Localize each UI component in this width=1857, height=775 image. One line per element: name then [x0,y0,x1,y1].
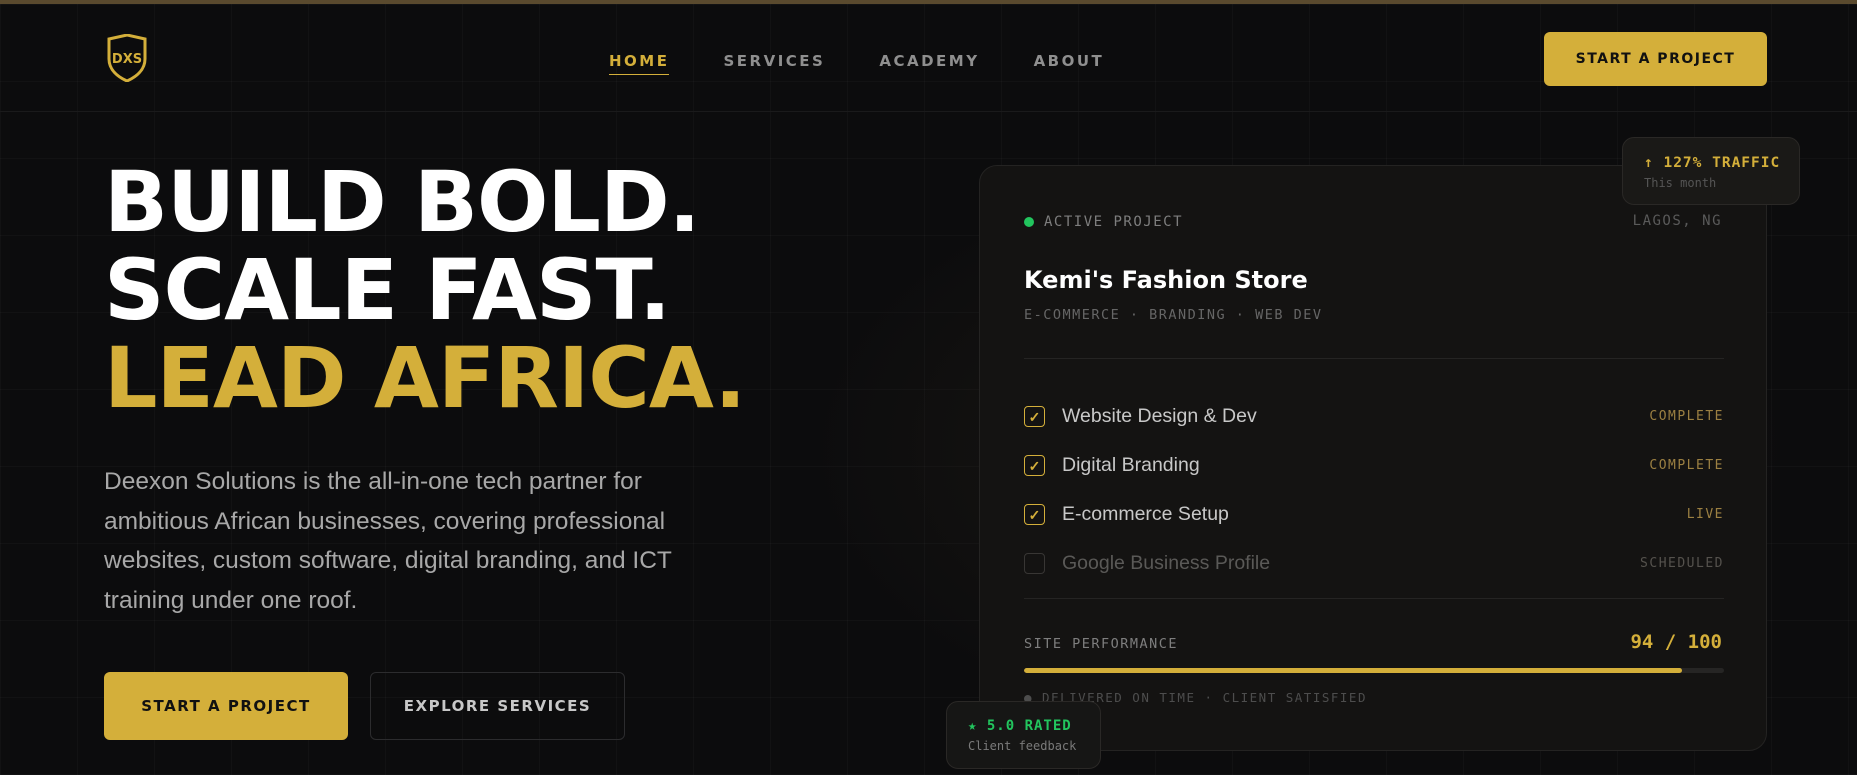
project-status: ACTIVE PROJECT [1024,214,1183,230]
task-label: Website Design & Dev [1062,405,1257,427]
checkbox-checked-icon[interactable]: ✓ [1024,406,1045,427]
task-status: COMPLETE [1649,409,1724,424]
card-divider-top [1024,358,1724,359]
hero-description: Deexon Solutions is the all-in-one tech … [104,468,672,614]
task-label: Google Business Profile [1062,552,1271,574]
nav-home[interactable]: HOME [609,52,670,75]
task-status: SCHEDULED [1640,556,1724,571]
headline-line-1: BUILD BOLD. [104,153,701,251]
checkbox-unchecked-icon[interactable] [1024,553,1045,574]
project-card: ACTIVE PROJECT LAGOS, NG Kemi's Fashion … [979,165,1767,751]
headline-line-2: SCALE FAST. [104,241,671,339]
performance-label: SITE PERFORMANCE [1024,636,1179,652]
rating-badge-main: ★ 5.0 RATED [968,718,1072,734]
explore-services-button[interactable]: EXPLORE SERVICES [370,672,625,740]
traffic-badge-sub: This month [1644,176,1717,190]
nav-about[interactable]: ABOUT [1034,52,1105,75]
logo-text: DXS [112,52,142,67]
task-label: Digital Branding [1062,454,1200,476]
site-header: DXS HOME SERVICES ACADEMY ABOUT START A … [0,4,1857,112]
active-status-dot [1024,217,1034,227]
project-tags: E-COMMERCE · BRANDING · WEB DEV [1024,307,1323,323]
task-item: Google Business Profile SCHEDULED [1024,539,1724,588]
project-location: LAGOS, NG [1632,213,1722,229]
header-start-project-button[interactable]: START A PROJECT [1544,32,1767,86]
status-label: ACTIVE PROJECT [1044,214,1184,230]
performance-bar-fill [1024,668,1682,673]
rating-badge-sub: Client feedback [968,739,1077,753]
hero-headline: BUILD BOLD. SCALE FAST. LEAD AFRICA. [104,153,746,427]
task-label: E-commerce Setup [1062,503,1229,525]
card-divider-bottom [1024,598,1724,599]
performance-value: 94 / 100 [1630,631,1722,653]
nav-services[interactable]: SERVICES [723,52,825,75]
task-list: ✓ Website Design & Dev COMPLETE ✓ Digita… [1024,392,1724,588]
traffic-badge-main: ↑ 127% TRAFFIC [1644,155,1781,171]
nav-academy[interactable]: ACADEMY [879,52,979,75]
task-item: ✓ Digital Branding COMPLETE [1024,441,1724,490]
rating-badge: ★ 5.0 RATED Client feedback [946,701,1101,769]
start-project-button[interactable]: START A PROJECT [104,672,348,740]
headline-line-3: LEAD AFRICA. [104,329,746,427]
task-item: ✓ E-commerce Setup LIVE [1024,490,1724,539]
shield-logo-icon[interactable]: DXS [106,33,148,83]
checkbox-checked-icon[interactable]: ✓ [1024,504,1045,525]
task-status: LIVE [1686,507,1724,522]
project-title: Kemi's Fashion Store [1024,266,1308,294]
performance-bar [1024,668,1724,673]
checkbox-checked-icon[interactable]: ✓ [1024,455,1045,476]
main-nav: HOME SERVICES ACADEMY ABOUT [609,52,1104,75]
traffic-badge: ↑ 127% TRAFFIC This month [1622,137,1800,205]
task-item: ✓ Website Design & Dev COMPLETE [1024,392,1724,441]
task-status: COMPLETE [1649,458,1724,473]
